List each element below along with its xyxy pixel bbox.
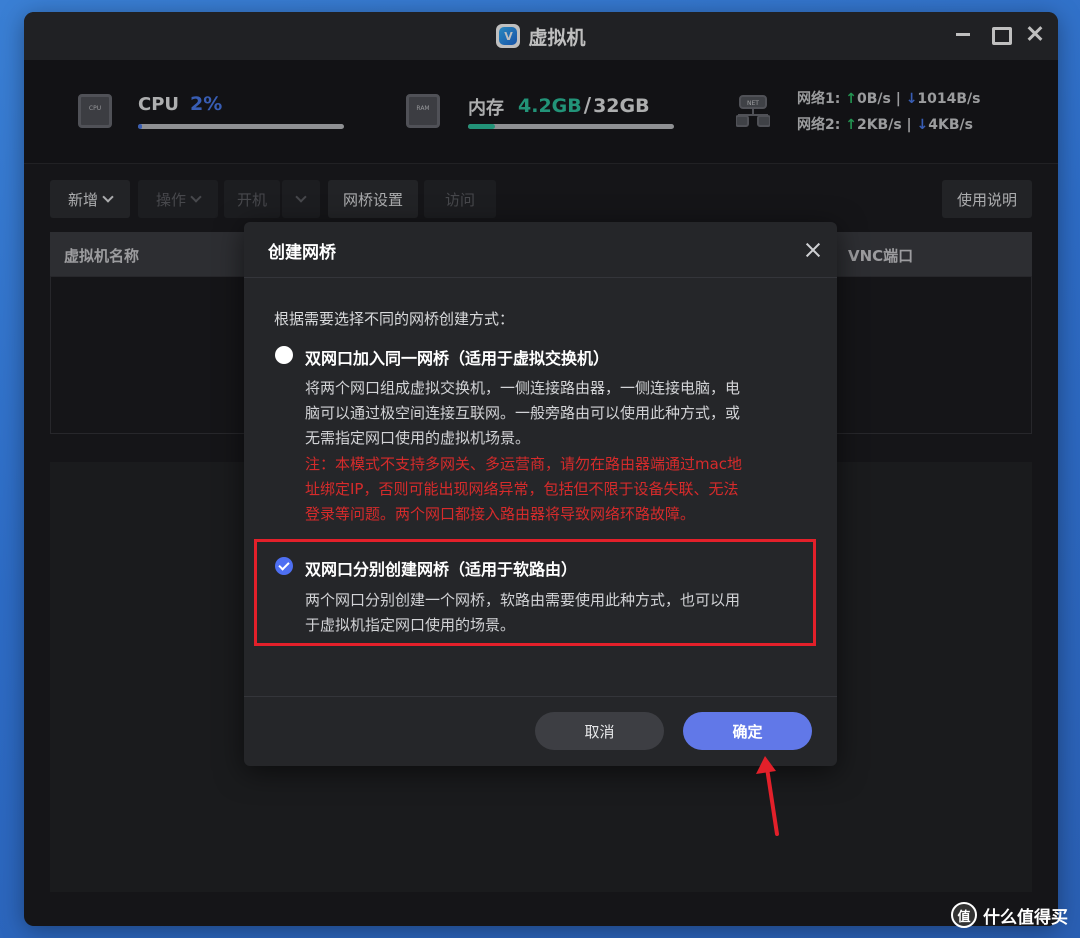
cancel-button[interactable]: 取消 xyxy=(535,712,664,750)
option1-warning: 注：本模式不支持多网关、多运营商，请勿在路由器端通过mac地 址绑定IP，否则可… xyxy=(305,452,742,527)
watermark: 值 什么值得买 xyxy=(951,902,1068,928)
create-bridge-dialog: 创建网桥 根据需要选择不同的网桥创建方式： 双网口加入同一网桥（适用于虚拟交换机… xyxy=(244,222,837,766)
option1-warn-line: 注：本模式不支持多网关、多运营商，请勿在路由器端通过mac地 xyxy=(305,455,743,473)
option1-desc-line: 将两个网口组成虚拟交换机，一侧连接路由器，一侧连接电脑，电 xyxy=(305,379,741,397)
option1-desc-line: 无需指定网口使用的虚拟机场景。 xyxy=(305,429,531,447)
watermark-text: 什么值得买 xyxy=(983,907,1068,928)
confirm-button[interactable]: 确定 xyxy=(683,712,812,750)
option1-radio[interactable] xyxy=(275,346,293,364)
dialog-header: 创建网桥 xyxy=(244,222,837,278)
option1-warn-line: 址绑定IP，否则可能出现网络异常，包括但不限于设备失联、无法 xyxy=(305,480,739,498)
dialog-footer-divider xyxy=(244,696,837,697)
option1-desc-line: 脑可以通过极空间连接互联网。一般旁路由可以使用此种方式，或 xyxy=(305,404,741,422)
option1-title[interactable]: 双网口加入同一网桥（适用于虚拟交换机） xyxy=(305,345,609,369)
annotation-arrow-icon xyxy=(756,756,779,836)
option1-warn-line: 登录等问题。两个网口都接入路由器将导致网络环路故障。 xyxy=(305,505,696,523)
close-icon[interactable] xyxy=(805,242,821,258)
annotation-highlight-box xyxy=(254,539,816,646)
dialog-title: 创建网桥 xyxy=(268,243,336,263)
dialog-intro: 根据需要选择不同的网桥创建方式： xyxy=(274,310,515,328)
option1-description: 将两个网口组成虚拟交换机，一侧连接路由器，一侧连接电脑，电 脑可以通过极空间连接… xyxy=(305,376,740,451)
watermark-logo-icon: 值 xyxy=(951,902,977,928)
